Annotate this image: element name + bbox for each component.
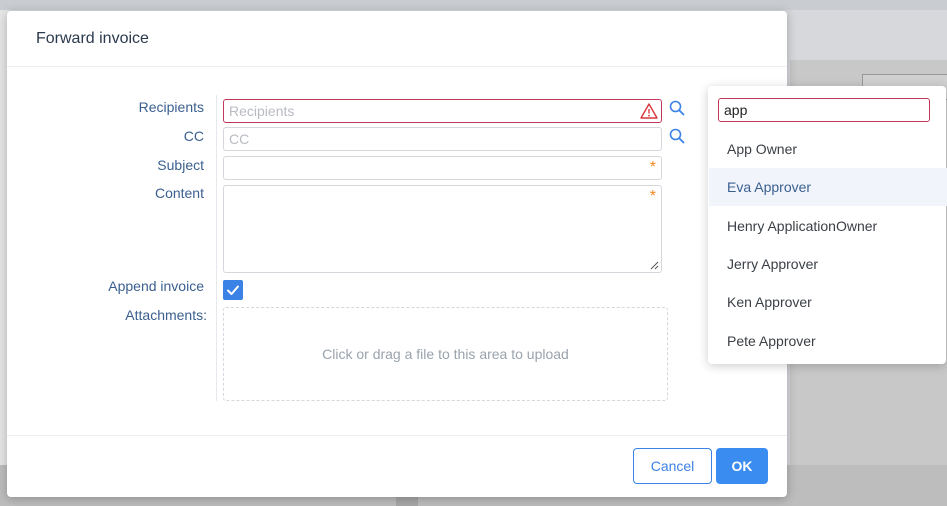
form-label-divider	[216, 95, 217, 401]
recipient-search-field[interactable]	[718, 98, 930, 122]
background-topbar	[0, 0, 947, 10]
subject-field[interactable]: *	[223, 156, 662, 180]
cancel-button[interactable]: Cancel	[633, 448, 712, 484]
append-invoice-checkbox[interactable]	[223, 280, 243, 300]
recipients-field[interactable]	[223, 99, 662, 123]
cc-input[interactable]	[224, 128, 624, 150]
checkmark-icon	[227, 285, 239, 295]
recipients-label: Recipients	[138, 99, 204, 115]
header-divider	[7, 66, 787, 67]
dialog-title: Forward invoice	[36, 30, 149, 47]
recipients-search-icon[interactable]	[669, 100, 685, 116]
warning-icon	[640, 103, 658, 119]
ok-button[interactable]: OK	[716, 448, 768, 484]
dropdown-item-jerry-approver[interactable]: Jerry Approver	[709, 245, 947, 283]
dropdown-item-ken-approver[interactable]: Ken Approver	[709, 283, 947, 321]
dropdown-item-eva-approver[interactable]: Eva Approver	[709, 168, 947, 206]
cc-label: CC	[183, 128, 204, 144]
subject-input[interactable]	[224, 157, 624, 179]
required-mark: *	[649, 159, 656, 176]
forward-invoice-dialog: Forward invoice Recipients CC Subject * …	[7, 11, 787, 497]
subject-label: Subject	[157, 157, 204, 173]
attachments-label: Attachments:	[125, 307, 207, 323]
recipients-input[interactable]	[224, 100, 624, 122]
append-invoice-label: Append invoice	[108, 278, 204, 294]
recipient-search-dropdown: App Owner Eva Approver Henry Application…	[708, 86, 947, 364]
required-mark: *	[649, 188, 656, 205]
recipient-search-input[interactable]	[719, 99, 919, 121]
dropdown-item-pete-approver[interactable]: Pete Approver	[709, 322, 947, 360]
resize-handle-icon[interactable]	[649, 260, 659, 270]
cc-field[interactable]	[223, 127, 662, 151]
footer-divider	[7, 435, 787, 436]
dropdown-item-app-owner[interactable]: App Owner	[709, 130, 947, 168]
dropdown-item-henry-applicationowner[interactable]: Henry ApplicationOwner	[709, 207, 947, 245]
content-label: Content	[154, 185, 204, 201]
upload-text: Click or drag a file to this area to upl…	[322, 346, 569, 362]
content-textarea[interactable]: *	[223, 185, 662, 273]
cc-search-icon[interactable]	[669, 128, 685, 144]
upload-dropzone[interactable]: Click or drag a file to this area to upl…	[223, 307, 668, 401]
